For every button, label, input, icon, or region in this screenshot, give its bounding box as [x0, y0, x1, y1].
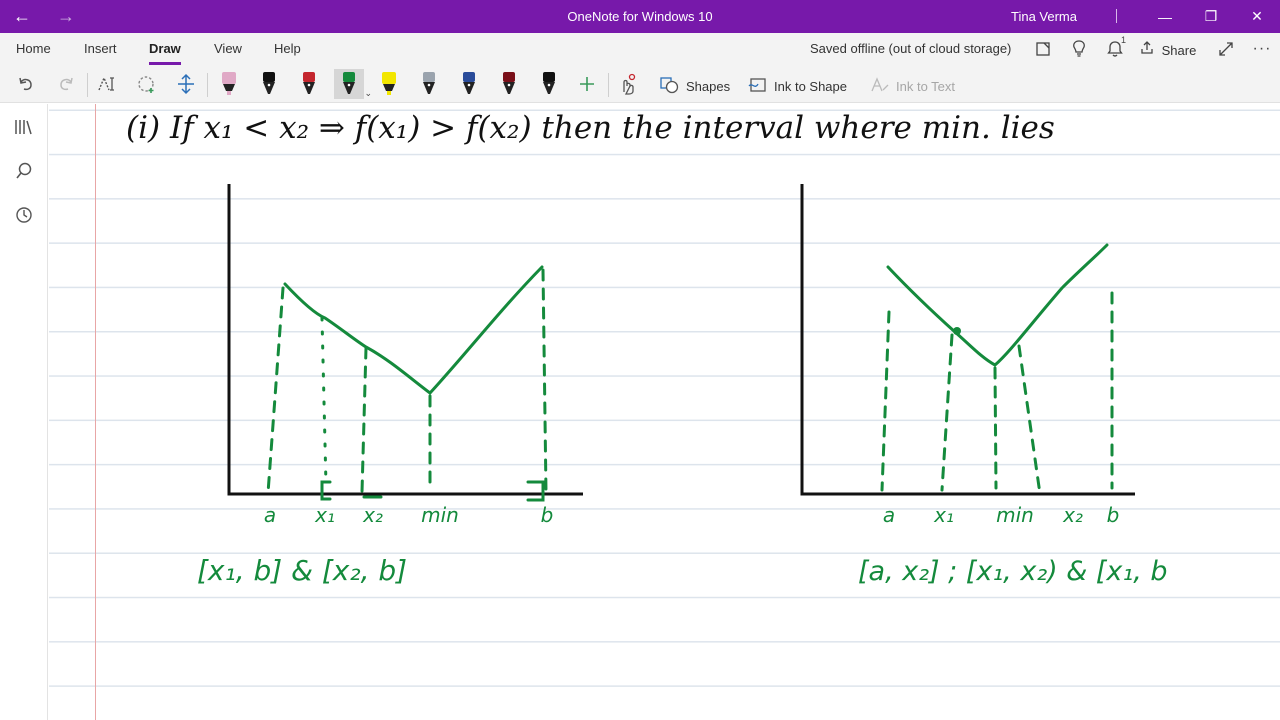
graph-left-dash-x1: [320, 316, 328, 487]
graph-right-tick-label: x₁: [933, 503, 954, 527]
share-icon: [1140, 41, 1158, 58]
undo-icon[interactable]: [11, 69, 41, 99]
graph-right-dash-a: [880, 310, 891, 492]
shapes-button[interactable]: Shapes: [660, 76, 730, 97]
left-sidebar: [0, 104, 48, 720]
graph-right-axes: [800, 184, 1135, 496]
ribbon: Home Insert Draw View Help Saved offline…: [0, 33, 1280, 103]
heading-ink: (i) If x₁ < x₂ ⇒ f(x₁) > f(x₂) then the …: [126, 110, 1055, 146]
graph-left-tick-label: a: [264, 503, 276, 527]
minimize-button[interactable]: —: [1142, 0, 1188, 33]
graph-right-answer: [a, x₂] ; [x₁, x₂) & [x₁, b: [858, 556, 1168, 587]
user-name[interactable]: Tina Verma: [1011, 9, 1077, 24]
lightbulb-icon[interactable]: [1065, 37, 1093, 61]
ink-to-text-icon: [870, 76, 890, 97]
close-button[interactable]: ✕: [1234, 0, 1280, 33]
graph-right-dash-min: [993, 366, 998, 490]
ink-to-text-label: Ink to Text: [896, 79, 956, 94]
graph-left-answer: [x₁, b] & [x₂, b]: [197, 554, 407, 587]
graph-right-tick-label: a: [883, 503, 895, 527]
graph-right: a x₁ min x₂ b [a, x₂] ; [x₁, x₂) & [x₁, b: [800, 184, 1168, 587]
note-page[interactable]: (i) If x₁ < x₂ ⇒ f(x₁) > f(x₂) then the …: [49, 104, 1280, 720]
forward-arrow-icon[interactable]: →: [44, 0, 88, 33]
tab-draw[interactable]: Draw: [149, 41, 181, 65]
graph-right-dash-x2: [1017, 344, 1042, 496]
back-arrow-icon[interactable]: ←: [0, 0, 44, 33]
add-pen-icon[interactable]: [572, 69, 602, 99]
black-pen-icon[interactable]: [254, 69, 284, 99]
toolbar-separator: [608, 73, 609, 97]
notebook-icon[interactable]: [1029, 37, 1057, 61]
tab-view[interactable]: View: [214, 41, 242, 56]
yellow-highlighter-icon[interactable]: [374, 69, 404, 99]
window-title: OneNote for Windows 10: [567, 9, 713, 24]
share-button[interactable]: Share: [1140, 41, 1196, 58]
share-label: Share: [1161, 43, 1197, 58]
blue-black-pen-icon[interactable]: [454, 69, 484, 99]
notebooks-icon[interactable]: [10, 113, 38, 141]
lasso-select-icon[interactable]: [132, 69, 162, 99]
sync-status: Saved offline (out of cloud storage): [810, 41, 1012, 56]
graph-right-tick-labels: a x₁ min x₂ b: [883, 503, 1119, 527]
graph-left-dash-b: [541, 268, 548, 494]
graph-left: a x₁ x₂ min b [x₁, b] & [x₂, b]: [197, 184, 583, 587]
tab-insert[interactable]: Insert: [84, 41, 117, 56]
graph-left-bracket-x1: [320, 480, 332, 501]
notification-count: 1: [1121, 35, 1127, 45]
expand-icon[interactable]: [1212, 37, 1240, 61]
chevron-down-icon[interactable]: ⌄: [364, 88, 372, 99]
galaxy-pen-icon[interactable]: [414, 69, 444, 99]
toolbar-separator: [87, 73, 88, 97]
add-space-icon[interactable]: [171, 69, 201, 99]
ink-canvas: (i) If x₁ < x₂ ⇒ f(x₁) > f(x₂) then the …: [126, 110, 1168, 587]
tab-home[interactable]: Home: [16, 41, 51, 56]
ink-to-shape-button[interactable]: Ink to Shape: [748, 76, 847, 97]
graph-right-curve: [886, 243, 1109, 367]
redo-icon[interactable]: [51, 69, 81, 99]
shapes-label: Shapes: [686, 79, 731, 94]
graph-right-point-x1: [953, 327, 961, 335]
more-options-icon[interactable]: ···: [1248, 37, 1276, 61]
title-bar: ← → OneNote for Windows 10 Tina Verma — …: [0, 0, 1280, 33]
tab-help[interactable]: Help: [274, 41, 301, 56]
ink-to-shape-label: Ink to Shape: [774, 79, 847, 94]
graph-left-tick-label: b: [541, 503, 554, 527]
graph-left-tick-label: x₁: [314, 503, 335, 527]
graph-left-dash-x2: [360, 346, 368, 494]
graph-left-tick-label: min: [421, 503, 459, 527]
graph-left-tick-label: x₂: [362, 503, 383, 527]
toolbar-separator: [207, 73, 208, 97]
graph-left-bracket-b: [526, 480, 545, 502]
graph-right-tick-label: min: [996, 503, 1034, 527]
green-pen-icon[interactable]: ⌄: [334, 69, 372, 99]
ink-to-text-button[interactable]: Ink to Text: [870, 76, 955, 97]
notification-bell-icon[interactable]: 1: [1101, 35, 1129, 61]
title-separator: [1116, 9, 1117, 23]
graph-right-dash-x1: [940, 333, 954, 492]
graph-left-dash-a: [266, 286, 285, 495]
text-select-icon[interactable]: [92, 69, 122, 99]
graph-right-tick-label: x₂: [1062, 503, 1083, 527]
black-pen-2-icon[interactable]: [534, 69, 564, 99]
dark-red-pen-icon[interactable]: [494, 69, 524, 99]
search-icon[interactable]: [10, 157, 38, 185]
restore-button[interactable]: ❐: [1188, 0, 1234, 33]
shapes-icon: [660, 76, 680, 97]
pink-highlighter-icon[interactable]: [214, 69, 244, 99]
graph-right-tick-label: b: [1107, 503, 1120, 527]
graph-left-tick-labels: a x₁ x₂ min b: [264, 503, 553, 527]
recent-notes-icon[interactable]: [10, 201, 38, 229]
graph-left-axes: [227, 184, 583, 496]
touch-draw-icon[interactable]: [612, 69, 642, 99]
red-pen-icon[interactable]: [294, 69, 324, 99]
ink-to-shape-icon: [748, 76, 768, 97]
